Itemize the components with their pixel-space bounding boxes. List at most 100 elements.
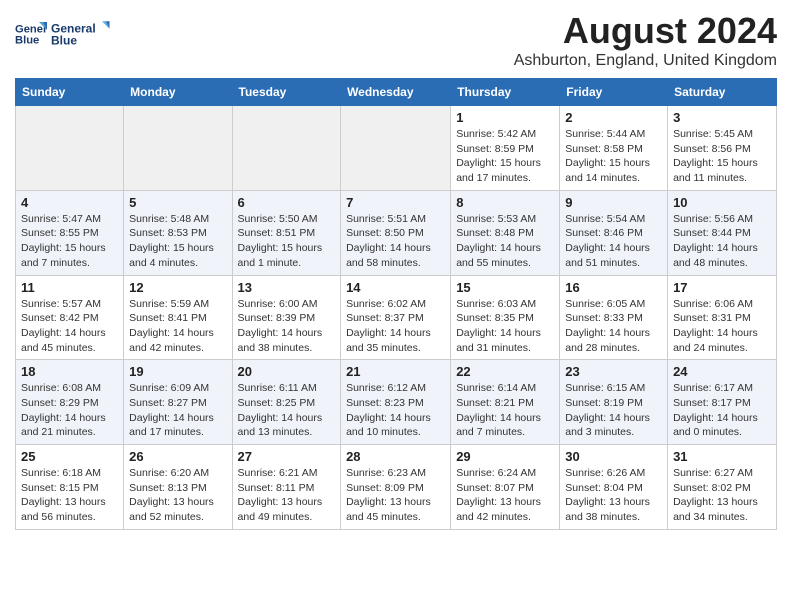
day-number: 23 <box>565 364 662 379</box>
day-info: Sunrise: 6:03 AMSunset: 8:35 PMDaylight:… <box>456 297 554 356</box>
day-number: 15 <box>456 280 554 295</box>
day-info: Sunrise: 5:45 AMSunset: 8:56 PMDaylight:… <box>673 127 771 186</box>
logo-icon: General Blue <box>15 18 47 50</box>
calendar-cell: 23 Sunrise: 6:15 AMSunset: 8:19 PMDayligh… <box>560 360 668 445</box>
calendar-cell: 27 Sunrise: 6:21 AMSunset: 8:11 PMDayligh… <box>232 445 341 530</box>
weekday-header-row: SundayMondayTuesdayWednesdayThursdayFrid… <box>16 79 777 106</box>
location: Ashburton, England, United Kingdom <box>514 52 777 70</box>
day-number: 9 <box>565 195 662 210</box>
weekday-header-tuesday: Tuesday <box>232 79 341 106</box>
day-number: 27 <box>238 449 336 464</box>
calendar-cell: 7 Sunrise: 5:51 AMSunset: 8:50 PMDaylight… <box>341 190 451 275</box>
calendar-cell: 24 Sunrise: 6:17 AMSunset: 8:17 PMDayligh… <box>668 360 777 445</box>
day-info: Sunrise: 6:09 AMSunset: 8:27 PMDaylight:… <box>129 381 226 440</box>
calendar-cell: 1 Sunrise: 5:42 AMSunset: 8:59 PMDaylight… <box>451 106 560 191</box>
day-number: 30 <box>565 449 662 464</box>
day-number: 18 <box>21 364 118 379</box>
day-info: Sunrise: 6:11 AMSunset: 8:25 PMDaylight:… <box>238 381 336 440</box>
day-info: Sunrise: 5:51 AMSunset: 8:50 PMDaylight:… <box>346 212 445 271</box>
calendar-cell: 22Sunrise: 6:14 AMSunset: 8:21 PMDayligh… <box>451 360 560 445</box>
day-number: 4 <box>21 195 118 210</box>
day-info: Sunrise: 6:18 AMSunset: 8:15 PMDaylight:… <box>21 466 118 525</box>
weekday-header-thursday: Thursday <box>451 79 560 106</box>
day-info: Sunrise: 5:53 AMSunset: 8:48 PMDaylight:… <box>456 212 554 271</box>
day-number: 19 <box>129 364 226 379</box>
day-number: 10 <box>673 195 771 210</box>
day-info: Sunrise: 6:05 AMSunset: 8:33 PMDaylight:… <box>565 297 662 356</box>
day-info: Sunrise: 5:56 AMSunset: 8:44 PMDaylight:… <box>673 212 771 271</box>
calendar-cell: 14 Sunrise: 6:02 AMSunset: 8:37 PMDayligh… <box>341 275 451 360</box>
calendar-cell: 6 Sunrise: 5:50 AMSunset: 8:51 PMDaylight… <box>232 190 341 275</box>
day-info: Sunrise: 6:02 AMSunset: 8:37 PMDaylight:… <box>346 297 445 356</box>
day-info: Sunrise: 6:17 AMSunset: 8:17 PMDaylight:… <box>673 381 771 440</box>
day-number: 7 <box>346 195 445 210</box>
calendar-cell: 25 Sunrise: 6:18 AMSunset: 8:15 PMDayligh… <box>16 445 124 530</box>
day-info: Sunrise: 6:12 AMSunset: 8:23 PMDaylight:… <box>346 381 445 440</box>
day-number: 26 <box>129 449 226 464</box>
svg-text:Blue: Blue <box>15 35 39 47</box>
calendar-cell: 19 Sunrise: 6:09 AMSunset: 8:27 PMDayligh… <box>124 360 232 445</box>
day-info: Sunrise: 6:14 AMSunset: 8:21 PMDaylight:… <box>456 381 554 440</box>
calendar-week-row: 1 Sunrise: 5:42 AMSunset: 8:59 PMDaylight… <box>16 106 777 191</box>
weekday-header-friday: Friday <box>560 79 668 106</box>
day-info: Sunrise: 6:21 AMSunset: 8:11 PMDaylight:… <box>238 466 336 525</box>
day-info: Sunrise: 5:47 AMSunset: 8:55 PMDaylight:… <box>21 212 118 271</box>
calendar-cell: 31 Sunrise: 6:27 AMSunset: 8:02 PMDayligh… <box>668 445 777 530</box>
day-number: 16 <box>565 280 662 295</box>
day-number: 31 <box>673 449 771 464</box>
calendar-cell: 18 Sunrise: 6:08 AMSunset: 8:29 PMDayligh… <box>16 360 124 445</box>
calendar-cell: 2Sunrise: 5:44 AMSunset: 8:58 PMDaylight… <box>560 106 668 191</box>
day-number: 14 <box>346 280 445 295</box>
day-number: 1 <box>456 110 554 125</box>
calendar-cell: 28 Sunrise: 6:23 AMSunset: 8:09 PMDayligh… <box>341 445 451 530</box>
svg-text:General: General <box>15 23 47 35</box>
day-number: 24 <box>673 364 771 379</box>
calendar-week-row: 11 Sunrise: 5:57 AMSunset: 8:42 PMDayligh… <box>16 275 777 360</box>
day-info: Sunrise: 5:57 AMSunset: 8:42 PMDaylight:… <box>21 297 118 356</box>
day-number: 3 <box>673 110 771 125</box>
day-number: 29 <box>456 449 554 464</box>
calendar-cell: 30 Sunrise: 6:26 AMSunset: 8:04 PMDayligh… <box>560 445 668 530</box>
day-info: Sunrise: 6:20 AMSunset: 8:13 PMDaylight:… <box>129 466 226 525</box>
calendar-cell <box>16 106 124 191</box>
weekday-header-monday: Monday <box>124 79 232 106</box>
logo-svg: General Blue <box>51 16 111 52</box>
day-number: 12 <box>129 280 226 295</box>
day-number: 21 <box>346 364 445 379</box>
day-info: Sunrise: 6:08 AMSunset: 8:29 PMDaylight:… <box>21 381 118 440</box>
calendar-cell: 11 Sunrise: 5:57 AMSunset: 8:42 PMDayligh… <box>16 275 124 360</box>
calendar-week-row: 4 Sunrise: 5:47 AMSunset: 8:55 PMDaylight… <box>16 190 777 275</box>
day-info: Sunrise: 5:54 AMSunset: 8:46 PMDaylight:… <box>565 212 662 271</box>
day-info: Sunrise: 5:48 AMSunset: 8:53 PMDaylight:… <box>129 212 226 271</box>
calendar-cell: 15 Sunrise: 6:03 AMSunset: 8:35 PMDayligh… <box>451 275 560 360</box>
day-info: Sunrise: 6:26 AMSunset: 8:04 PMDaylight:… <box>565 466 662 525</box>
day-info: Sunrise: 5:42 AMSunset: 8:59 PMDaylight:… <box>456 127 554 186</box>
day-info: Sunrise: 5:50 AMSunset: 8:51 PMDaylight:… <box>238 212 336 271</box>
day-number: 28 <box>346 449 445 464</box>
day-info: Sunrise: 6:23 AMSunset: 8:09 PMDaylight:… <box>346 466 445 525</box>
day-number: 25 <box>21 449 118 464</box>
logo: General Blue General Blue <box>15 16 111 52</box>
day-info: Sunrise: 5:59 AMSunset: 8:41 PMDaylight:… <box>129 297 226 356</box>
calendar-cell: 29 Sunrise: 6:24 AMSunset: 8:07 PMDayligh… <box>451 445 560 530</box>
calendar-cell: 21 Sunrise: 6:12 AMSunset: 8:23 PMDayligh… <box>341 360 451 445</box>
calendar-cell: 16 Sunrise: 6:05 AMSunset: 8:33 PMDayligh… <box>560 275 668 360</box>
page-header: General Blue General Blue August 2024 As… <box>15 10 777 70</box>
calendar-table: SundayMondayTuesdayWednesdayThursdayFrid… <box>15 78 777 530</box>
calendar-cell: 5 Sunrise: 5:48 AMSunset: 8:53 PMDaylight… <box>124 190 232 275</box>
day-number: 6 <box>238 195 336 210</box>
day-info: Sunrise: 6:24 AMSunset: 8:07 PMDaylight:… <box>456 466 554 525</box>
calendar-cell: 9 Sunrise: 5:54 AMSunset: 8:46 PMDaylight… <box>560 190 668 275</box>
day-number: 5 <box>129 195 226 210</box>
day-info: Sunrise: 6:27 AMSunset: 8:02 PMDaylight:… <box>673 466 771 525</box>
day-number: 11 <box>21 280 118 295</box>
calendar-cell <box>124 106 232 191</box>
day-number: 8 <box>456 195 554 210</box>
calendar-cell <box>232 106 341 191</box>
calendar-week-row: 18 Sunrise: 6:08 AMSunset: 8:29 PMDayligh… <box>16 360 777 445</box>
calendar-cell: 12 Sunrise: 5:59 AMSunset: 8:41 PMDayligh… <box>124 275 232 360</box>
title-block: August 2024 Ashburton, England, United K… <box>514 10 777 70</box>
calendar-cell: 20Sunrise: 6:11 AMSunset: 8:25 PMDayligh… <box>232 360 341 445</box>
day-number: 2 <box>565 110 662 125</box>
day-info: Sunrise: 6:15 AMSunset: 8:19 PMDaylight:… <box>565 381 662 440</box>
